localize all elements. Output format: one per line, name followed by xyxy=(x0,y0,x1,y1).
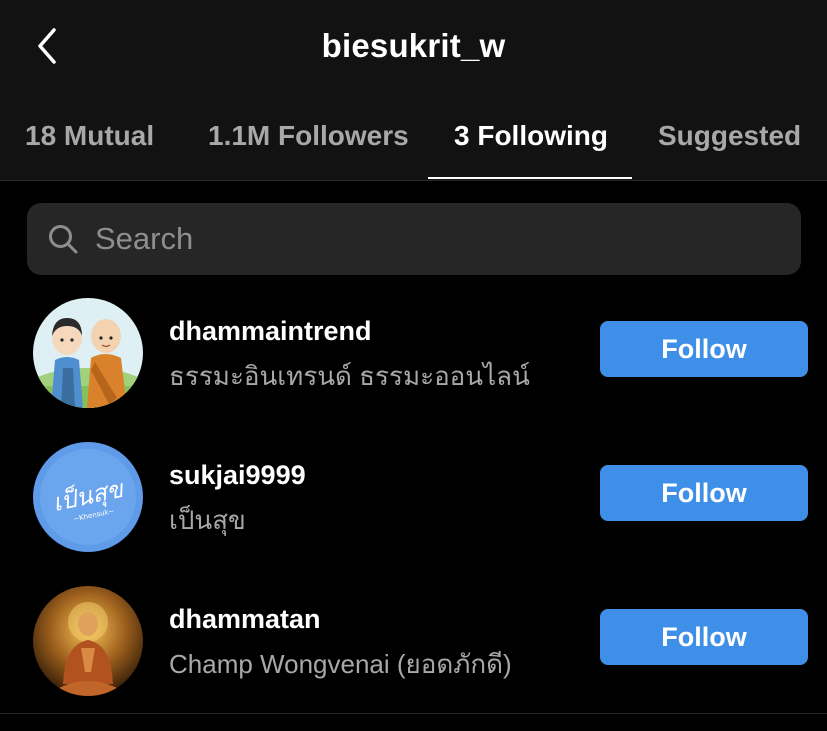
list-item: dhammatan Champ Wongvenai (ยอดภักดี) Fol… xyxy=(0,586,827,726)
search-icon xyxy=(49,225,78,254)
account-full-name: Champ Wongvenai (ยอดภักดี) xyxy=(169,649,512,679)
account-username[interactable]: sukjai9999 xyxy=(169,460,306,491)
avatar[interactable] xyxy=(33,586,143,696)
account-username[interactable]: dhammaintrend xyxy=(169,316,372,347)
follow-button[interactable]: Follow xyxy=(600,321,808,377)
search-bar[interactable] xyxy=(27,203,801,275)
tab-mutual[interactable]: 18 Mutual xyxy=(25,120,154,152)
account-full-name: ธรรมะอินเทรนด์ ธรรมะออนไลน์ xyxy=(169,361,530,391)
account-full-name: เป็นสุข xyxy=(169,505,246,535)
list-divider xyxy=(0,713,827,714)
list-item: dhammaintrend ธรรมะอินเทรนด์ ธรรมะออนไลน… xyxy=(0,298,827,438)
account-username[interactable]: dhammatan xyxy=(169,604,321,635)
avatar[interactable]: เป็นสุข ~Khensuk~ xyxy=(33,442,143,552)
profile-username-title: biesukrit_w xyxy=(321,27,506,64)
cartoon-monks-avatar-image xyxy=(33,298,143,408)
tab-followers[interactable]: 1.1M Followers xyxy=(208,120,409,152)
follow-button[interactable]: Follow xyxy=(600,609,808,665)
active-tab-indicator xyxy=(428,177,632,179)
top-header: biesukrit_w 18 Mutual 1.1M Followers 3 F… xyxy=(0,0,827,181)
search-input[interactable] xyxy=(95,203,775,275)
header-divider xyxy=(0,180,827,181)
meditating-buddha-avatar-image xyxy=(33,586,143,696)
list-item: เป็นสุข ~Khensuk~ sukjai9999 เป็นสุข Fol… xyxy=(0,442,827,582)
blue-script-logo-avatar-image: เป็นสุข ~Khensuk~ xyxy=(33,442,143,552)
tab-suggested[interactable]: Suggested xyxy=(658,120,801,152)
follow-button[interactable]: Follow xyxy=(600,465,808,521)
tab-bar: 18 Mutual 1.1M Followers 3 Following Sug… xyxy=(0,110,827,180)
tab-following[interactable]: 3 Following xyxy=(454,120,608,152)
avatar[interactable] xyxy=(33,298,143,408)
